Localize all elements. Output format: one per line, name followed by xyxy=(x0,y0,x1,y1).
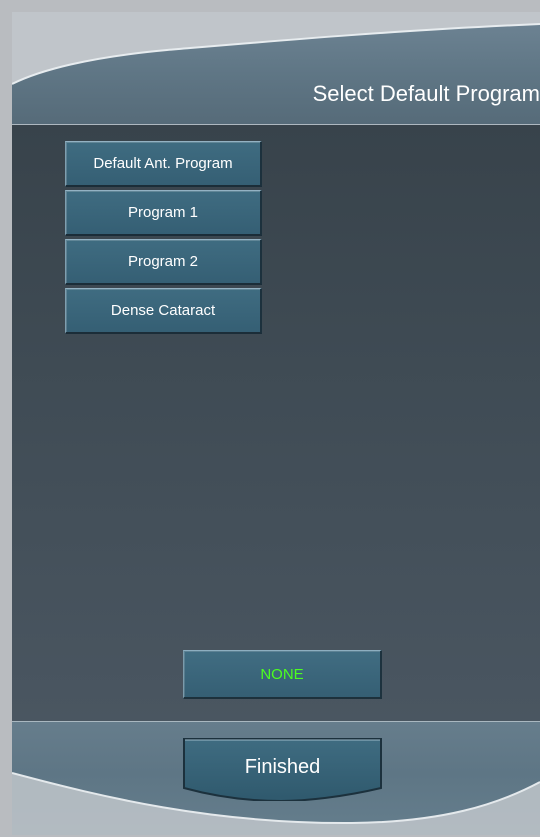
screen: Select Default Program Default Ant. Prog… xyxy=(0,0,540,837)
program-button-default-ant[interactable]: Default Ant. Program xyxy=(65,141,262,187)
program-button-dense-cataract[interactable]: Dense Cataract xyxy=(65,288,262,334)
program-button-program-1[interactable]: Program 1 xyxy=(65,190,262,236)
finished-button[interactable]: Finished xyxy=(183,738,382,801)
screen-frame: Select Default Program Default Ant. Prog… xyxy=(12,12,540,835)
program-button-program-2[interactable]: Program 2 xyxy=(65,239,262,285)
program-list: Default Ant. Program Program 1 Program 2… xyxy=(65,141,262,337)
finished-button-label: Finished xyxy=(244,756,321,778)
none-button[interactable]: NONE xyxy=(183,650,382,699)
header-curve xyxy=(12,12,540,85)
page-title: Select Default Program xyxy=(312,81,540,106)
